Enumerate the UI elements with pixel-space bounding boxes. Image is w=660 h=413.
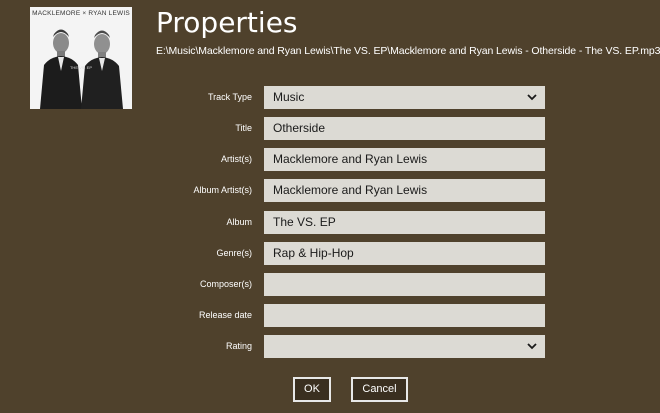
genres-row: Genre(s) xyxy=(0,242,660,265)
release-date-row: Release date xyxy=(0,304,660,327)
ok-button[interactable]: OK xyxy=(293,377,331,402)
release-date-input[interactable] xyxy=(264,304,545,327)
rating-label: Rating xyxy=(225,341,252,351)
album-artists-label: Album Artist(s) xyxy=(193,185,252,195)
album-label: Album xyxy=(226,217,252,227)
cancel-button[interactable]: Cancel xyxy=(351,377,408,402)
composers-input[interactable] xyxy=(264,273,545,296)
chevron-down-icon xyxy=(527,343,537,350)
album-art-subcaption: THE VS. EP xyxy=(69,65,92,70)
album-artists-input[interactable] xyxy=(264,179,545,202)
title-label: Title xyxy=(235,123,252,133)
title-row: Title xyxy=(0,117,660,140)
composers-row: Composer(s) xyxy=(0,273,660,296)
rating-row: Rating xyxy=(0,335,660,358)
dialog-buttons: OK Cancel xyxy=(0,377,660,402)
album-input[interactable] xyxy=(264,211,545,234)
track-type-label: Track Type xyxy=(207,92,252,102)
file-path: E:\Music\Macklemore and Ryan Lewis\The V… xyxy=(156,45,660,57)
album-art-caption: MACKLEMORE × RYAN LEWIS xyxy=(32,10,130,17)
genres-input[interactable] xyxy=(264,242,545,265)
chevron-down-icon xyxy=(527,94,537,101)
track-type-row: Track Type Music xyxy=(0,86,660,109)
composers-label: Composer(s) xyxy=(199,279,252,289)
genres-label: Genre(s) xyxy=(216,248,252,258)
release-date-label: Release date xyxy=(198,310,252,320)
album-row: Album xyxy=(0,211,660,234)
rating-select[interactable] xyxy=(264,335,545,358)
artists-input[interactable] xyxy=(264,148,545,171)
artists-label: Artist(s) xyxy=(221,154,252,164)
page-title: Properties xyxy=(156,6,298,39)
album-artists-row: Album Artist(s) xyxy=(0,179,660,202)
artists-row: Artist(s) xyxy=(0,148,660,171)
track-type-select[interactable]: Music xyxy=(264,86,545,109)
track-type-value: Music xyxy=(273,90,305,104)
title-input[interactable] xyxy=(264,117,545,140)
